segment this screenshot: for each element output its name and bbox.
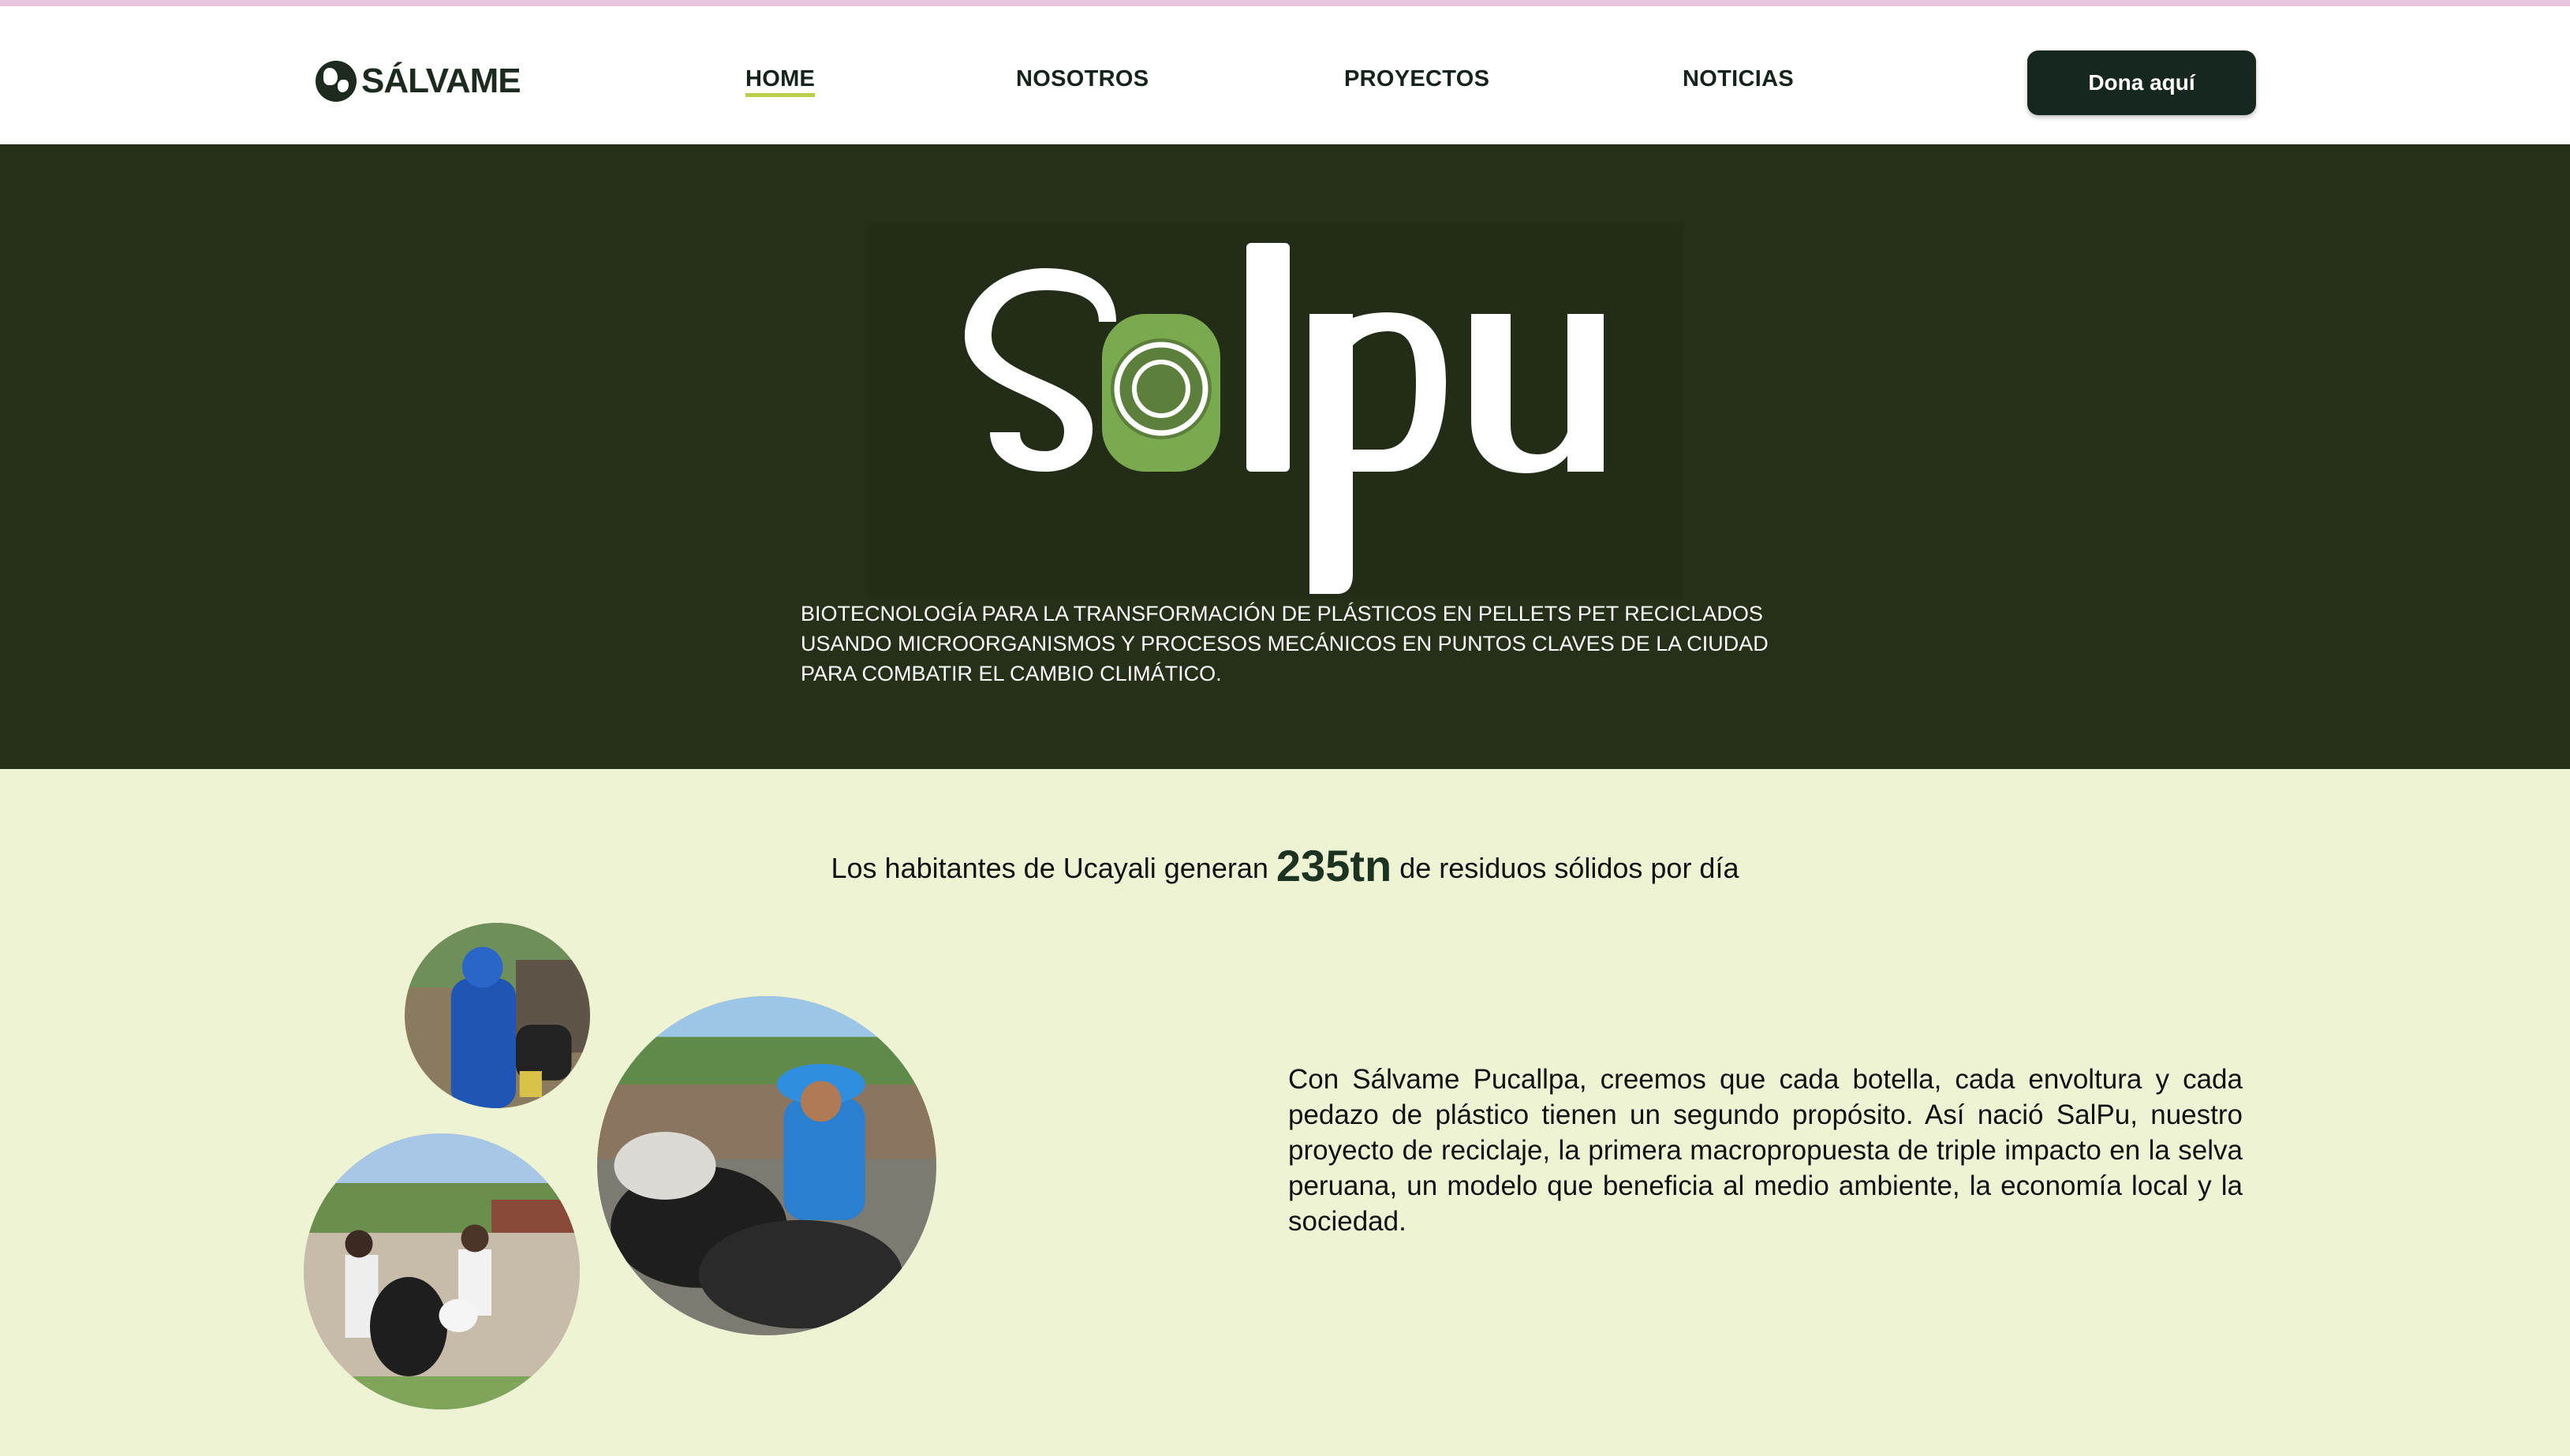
photo-residents-street-bags <box>304 1133 580 1409</box>
top-accent-line <box>0 0 2570 6</box>
donate-button[interactable]: Dona aquí <box>2027 50 2256 115</box>
about-paragraph: Con Sálvame Pucallpa, creemos que cada b… <box>1288 1064 2243 1237</box>
stat-prefix: Los habitantes de Ucayali generan <box>831 852 1268 884</box>
nav-proyectos[interactable]: PROYECTOS <box>1344 66 1489 92</box>
photo-worker-blue-suit <box>405 923 590 1108</box>
hero-section: BIOTECNOLOGÍA PARA LA TRANSFORMACIÓN DE … <box>0 144 2570 769</box>
stat-suffix: de residuos sólidos por día <box>1399 852 1739 884</box>
nav-nosotros[interactable]: NOSOTROS <box>1016 66 1149 92</box>
logo-text: SÁLVAME <box>361 62 521 100</box>
site-logo[interactable]: SÁLVAME <box>316 58 521 105</box>
waste-stat: Los habitantes de Ucayali generan 235tn … <box>0 840 2570 891</box>
salpu-logo <box>965 243 1604 594</box>
nav-noticias[interactable]: NOTICIAS <box>1683 66 1794 92</box>
stat-value: 235tn <box>1276 841 1392 890</box>
site-header: SÁLVAME HOME NOSOTROS PROYECTOS NOTICIAS… <box>0 6 2570 144</box>
photo-worker-sorting-bags <box>597 996 936 1335</box>
hero-description: BIOTECNOLOGÍA PARA LA TRANSFORMACIÓN DE … <box>801 602 1769 685</box>
globe-icon <box>316 61 357 102</box>
nav-home[interactable]: HOME <box>745 66 816 97</box>
